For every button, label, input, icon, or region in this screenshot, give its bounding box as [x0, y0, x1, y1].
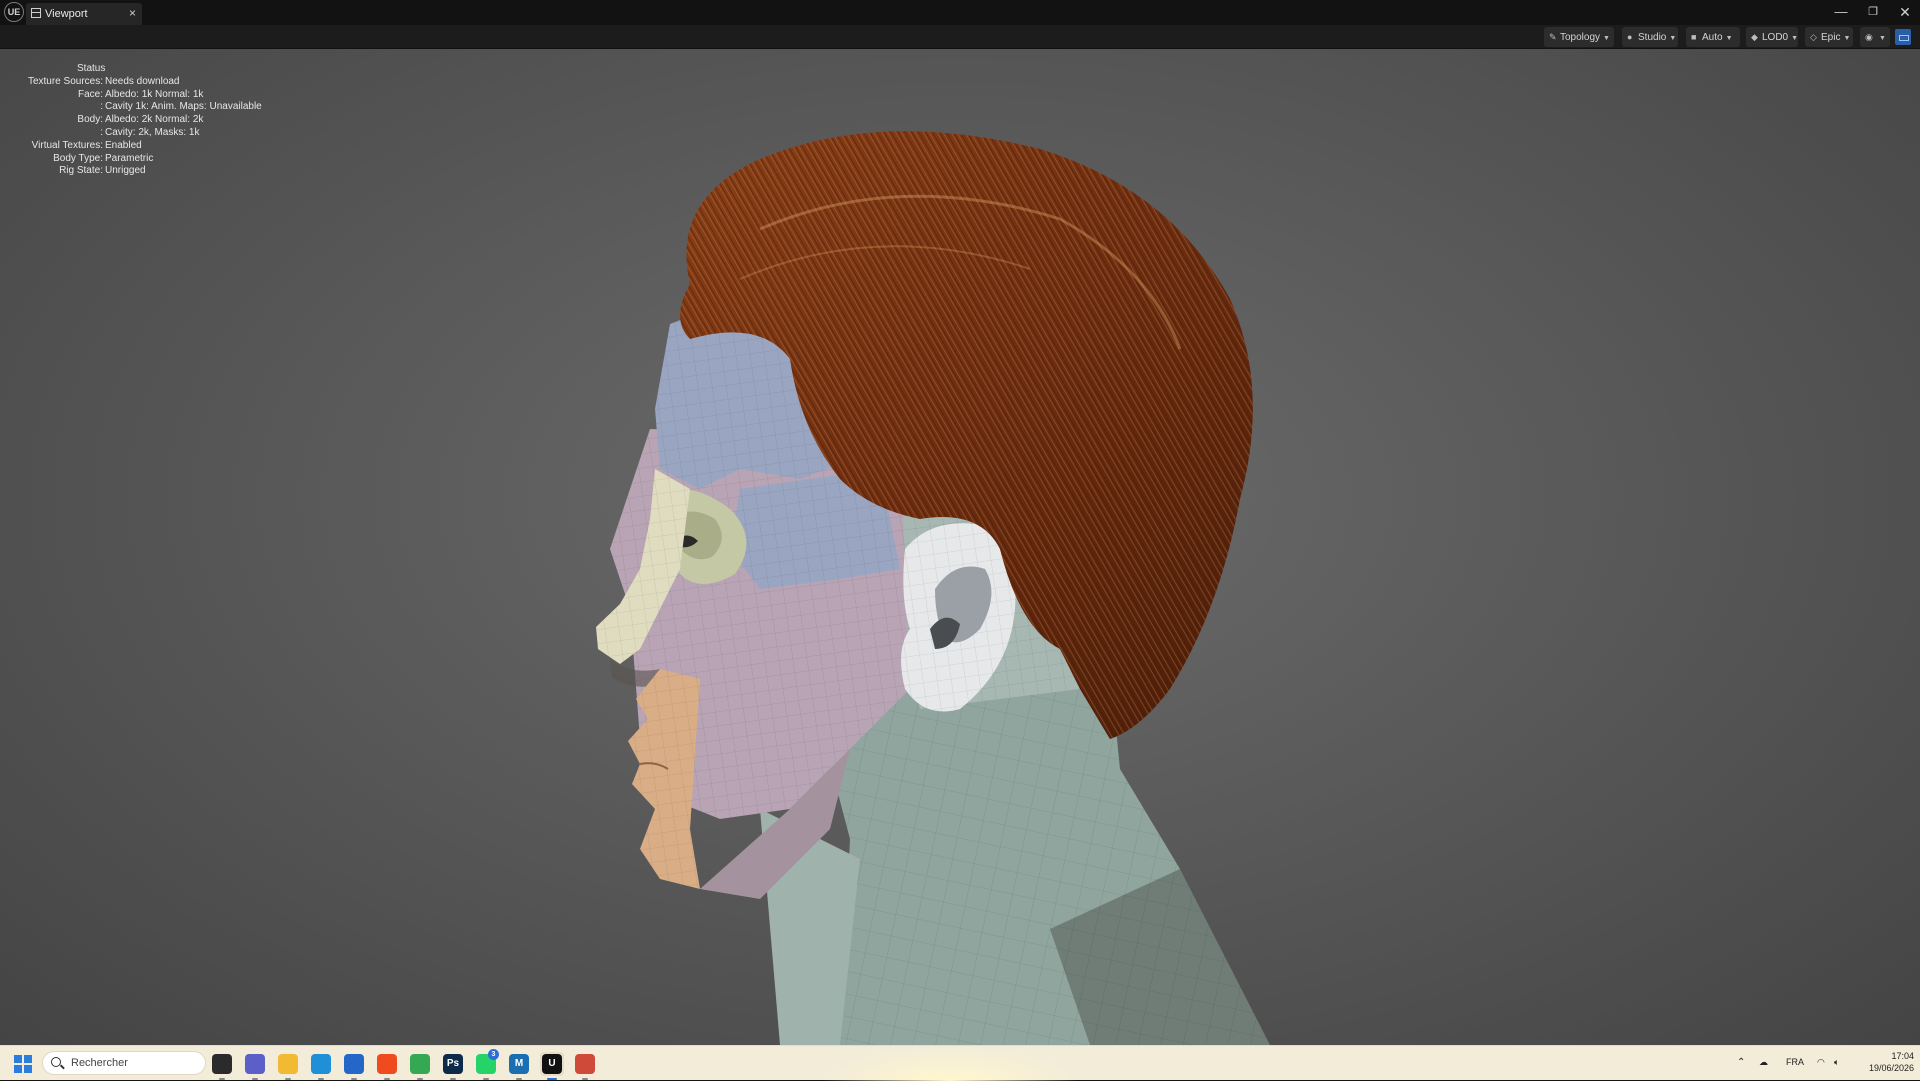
camera-icon: ■	[1691, 32, 1697, 42]
view-options-dropdown[interactable]: ◉ ▼	[1860, 27, 1890, 47]
wifi-icon[interactable]: ◠	[1817, 1057, 1825, 1068]
tab-viewport[interactable]: Viewport ×	[26, 3, 142, 25]
unreal-engine-icon[interactable]: U	[540, 1052, 564, 1080]
quality-dropdown[interactable]: ◇ Epic ▼	[1805, 27, 1853, 47]
unreal-logo-icon[interactable]: UE	[4, 2, 24, 22]
microsoft-store-icon[interactable]	[342, 1052, 366, 1080]
whatsapp-icon[interactable]: 3	[474, 1049, 499, 1080]
lod-label: LOD0	[1762, 32, 1789, 43]
close-tab-icon[interactable]: ×	[129, 6, 136, 20]
photoshop-glyph: Ps	[443, 1054, 463, 1074]
status-value: Unrigged	[105, 165, 146, 177]
chrome-glyph	[410, 1054, 430, 1074]
photoshop-icon[interactable]: Ps	[441, 1052, 465, 1080]
search-placeholder: Rechercher	[71, 1057, 128, 1069]
brave-icon[interactable]	[375, 1052, 399, 1080]
viewport-toolbar: ✎ Topology ▼ ● Studio ▼ ■ Auto ▼ ◆ LOD0 ▼ ◇ Epic ▼…	[0, 25, 1920, 49]
maximize-button[interactable]: ❐	[1858, 2, 1888, 22]
topology-label: Topology	[1560, 32, 1601, 43]
status-key: Rig State:	[59, 165, 103, 177]
status-value: Albedo: 2k Normal: 2k	[105, 114, 204, 126]
character-head-render	[596, 131, 1270, 1045]
chevron-down-icon: ▼	[1879, 35, 1886, 42]
edge-icon[interactable]	[309, 1052, 333, 1080]
status-title: Status	[77, 63, 106, 74]
chevron-down-icon: ▼	[1725, 35, 1733, 42]
close-window-button[interactable]: ✕	[1890, 2, 1920, 22]
clock-time: 17:04	[1891, 1051, 1914, 1061]
studio-label: Studio	[1638, 32, 1667, 43]
status-value: Parametric	[105, 152, 154, 164]
task-view-icon[interactable]	[210, 1052, 234, 1080]
cube-icon: ◆	[1751, 32, 1758, 42]
viewport-layout-button[interactable]	[1895, 29, 1911, 45]
metahuman-glyph: M	[509, 1054, 529, 1074]
status-key: Virtual Textures:	[31, 139, 103, 151]
taskbar: Rechercher Ps 3 M U ⌃ ☁ FRA ◠ 🔈︎ 17:04 19/0…	[0, 1045, 1920, 1081]
chevron-down-icon: ▼	[1843, 35, 1851, 42]
windows-start-icon[interactable]	[14, 1055, 32, 1073]
status-value: Enabled	[105, 139, 142, 151]
chevron-down-icon: ▼	[1603, 35, 1610, 42]
status-value: Albedo: 1k Normal: 1k	[105, 88, 204, 100]
eye-icon: ◉	[1865, 32, 1873, 42]
status-key: :	[100, 101, 103, 113]
lod-dropdown[interactable]: ◆ LOD0 ▼	[1746, 27, 1798, 47]
chrome-icon[interactable]	[408, 1052, 432, 1080]
teams-glyph	[245, 1054, 265, 1074]
task-view-glyph	[212, 1054, 232, 1074]
file-explorer-glyph	[278, 1054, 298, 1074]
clock[interactable]: 17:04 19/06/2026	[1858, 1050, 1914, 1074]
chevron-down-icon: ▼	[1791, 35, 1799, 42]
title-bar: UE Viewport × — ❐ ✕	[0, 0, 1920, 25]
brush-icon: ✎	[1549, 32, 1557, 42]
status-key: Texture Sources:	[27, 75, 103, 87]
notification-badge: 3	[488, 1049, 499, 1060]
snipping-tool-icon[interactable]	[573, 1052, 597, 1080]
chevron-down-icon: ▼	[1669, 35, 1677, 42]
epic-label: Epic	[1821, 32, 1841, 43]
lighting-dropdown[interactable]: ● Studio ▼	[1622, 27, 1678, 47]
viewport[interactable]: Status Texture Sources: Needs download Fa…	[0, 49, 1920, 1045]
topology-dropdown[interactable]: ✎ Topology ▼	[1544, 27, 1614, 47]
tab-viewport-label: Viewport	[45, 8, 88, 20]
auto-label: Auto	[1702, 32, 1723, 43]
status-value: Cavity 1k: Anim. Maps: Unavailable	[105, 101, 262, 113]
clock-date: 19/06/2026	[1868, 1063, 1914, 1073]
snipping-tool-glyph	[575, 1054, 595, 1074]
status-key: :	[100, 126, 103, 138]
status-value: Cavity: 2k, Masks: 1k	[105, 126, 200, 138]
gem-icon: ◇	[1810, 32, 1817, 42]
status-value: Needs download	[105, 75, 180, 87]
status-key: Body:	[77, 114, 103, 126]
viewport-tab-icon	[31, 8, 41, 18]
unreal-engine-glyph: U	[542, 1054, 562, 1074]
brave-glyph	[377, 1054, 397, 1074]
search-icon	[51, 1057, 61, 1067]
volume-icon[interactable]: 🔈︎	[1834, 1057, 1839, 1068]
minimize-button[interactable]: —	[1826, 2, 1856, 22]
language-indicator[interactable]: FRA	[1786, 1057, 1804, 1067]
camera-dropdown[interactable]: ■ Auto ▼	[1686, 27, 1740, 47]
file-explorer-icon[interactable]	[276, 1052, 300, 1080]
taskbar-search-input[interactable]: Rechercher	[42, 1051, 206, 1075]
microsoft-store-glyph	[344, 1054, 364, 1074]
edge-glyph	[311, 1054, 331, 1074]
lightbulb-icon: ●	[1627, 32, 1633, 42]
status-key: Body Type:	[53, 152, 103, 164]
chevron-up-icon[interactable]: ⌃	[1737, 1057, 1745, 1068]
status-key: Face:	[77, 88, 103, 100]
teams-icon[interactable]	[243, 1052, 267, 1080]
onedrive-icon[interactable]: ☁	[1759, 1057, 1768, 1068]
metahuman-icon[interactable]: M	[507, 1052, 531, 1080]
